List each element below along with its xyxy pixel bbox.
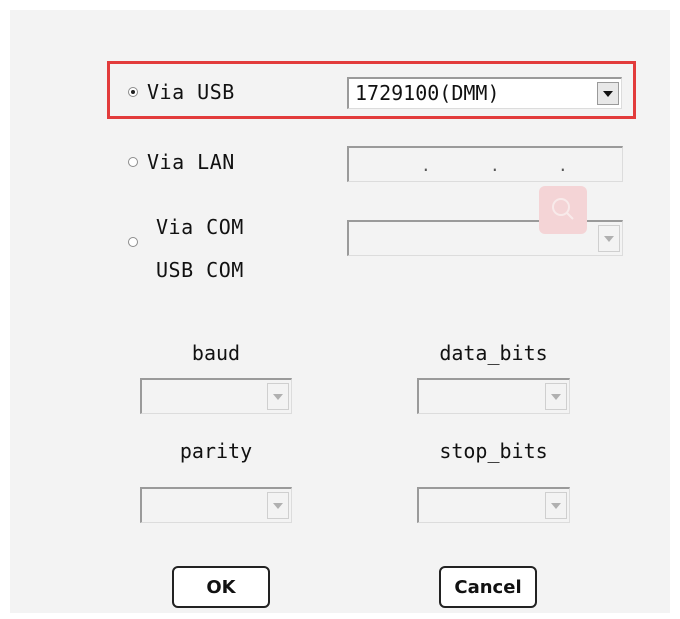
com-port-dropdown-button[interactable] [598, 225, 620, 252]
stop-bits-select[interactable] [417, 487, 570, 523]
parity-label: parity [179, 439, 253, 463]
via-usb-option[interactable]: Via USB [128, 80, 235, 104]
ip-separator: . [558, 156, 568, 175]
chevron-down-icon [273, 502, 283, 509]
lan-ip-field[interactable]: . . . [347, 146, 623, 182]
chevron-down-icon [551, 502, 561, 509]
stop-bits-dropdown-button[interactable] [545, 492, 567, 519]
ok-button[interactable]: OK [172, 566, 270, 608]
via-lan-radio[interactable] [128, 157, 138, 167]
usb-device-value: 1729100(DMM) [355, 81, 500, 105]
baud-dropdown-button[interactable] [267, 383, 289, 410]
baud-label: baud [191, 341, 241, 365]
ip-separator: . [421, 156, 431, 175]
search-badge[interactable] [539, 186, 587, 234]
via-com-radio[interactable] [128, 237, 138, 247]
via-usb-radio[interactable] [128, 87, 138, 97]
via-com-label: Via COM [156, 215, 244, 239]
data-bits-select[interactable] [417, 378, 570, 414]
parity-dropdown-button[interactable] [267, 492, 289, 519]
via-lan-option[interactable]: Via LAN [128, 150, 235, 174]
chevron-down-icon [273, 393, 283, 400]
data-bits-dropdown-button[interactable] [545, 383, 567, 410]
usb-device-select[interactable]: 1729100(DMM) [347, 77, 622, 109]
chevron-down-icon [603, 90, 613, 97]
usb-device-dropdown-button[interactable] [597, 82, 619, 105]
parity-select[interactable] [140, 487, 292, 523]
data-bits-label: data_bits [439, 341, 548, 365]
usb-com-label: USB COM [156, 258, 244, 282]
baud-select[interactable] [140, 378, 292, 414]
ip-separator: . [490, 156, 500, 175]
stop-bits-label: stop_bits [439, 439, 548, 463]
cancel-button[interactable]: Cancel [439, 566, 537, 608]
via-usb-label: Via USB [147, 80, 235, 104]
chevron-down-icon [604, 235, 614, 242]
search-icon [552, 198, 574, 220]
via-lan-label: Via LAN [147, 150, 235, 174]
chevron-down-icon [551, 393, 561, 400]
